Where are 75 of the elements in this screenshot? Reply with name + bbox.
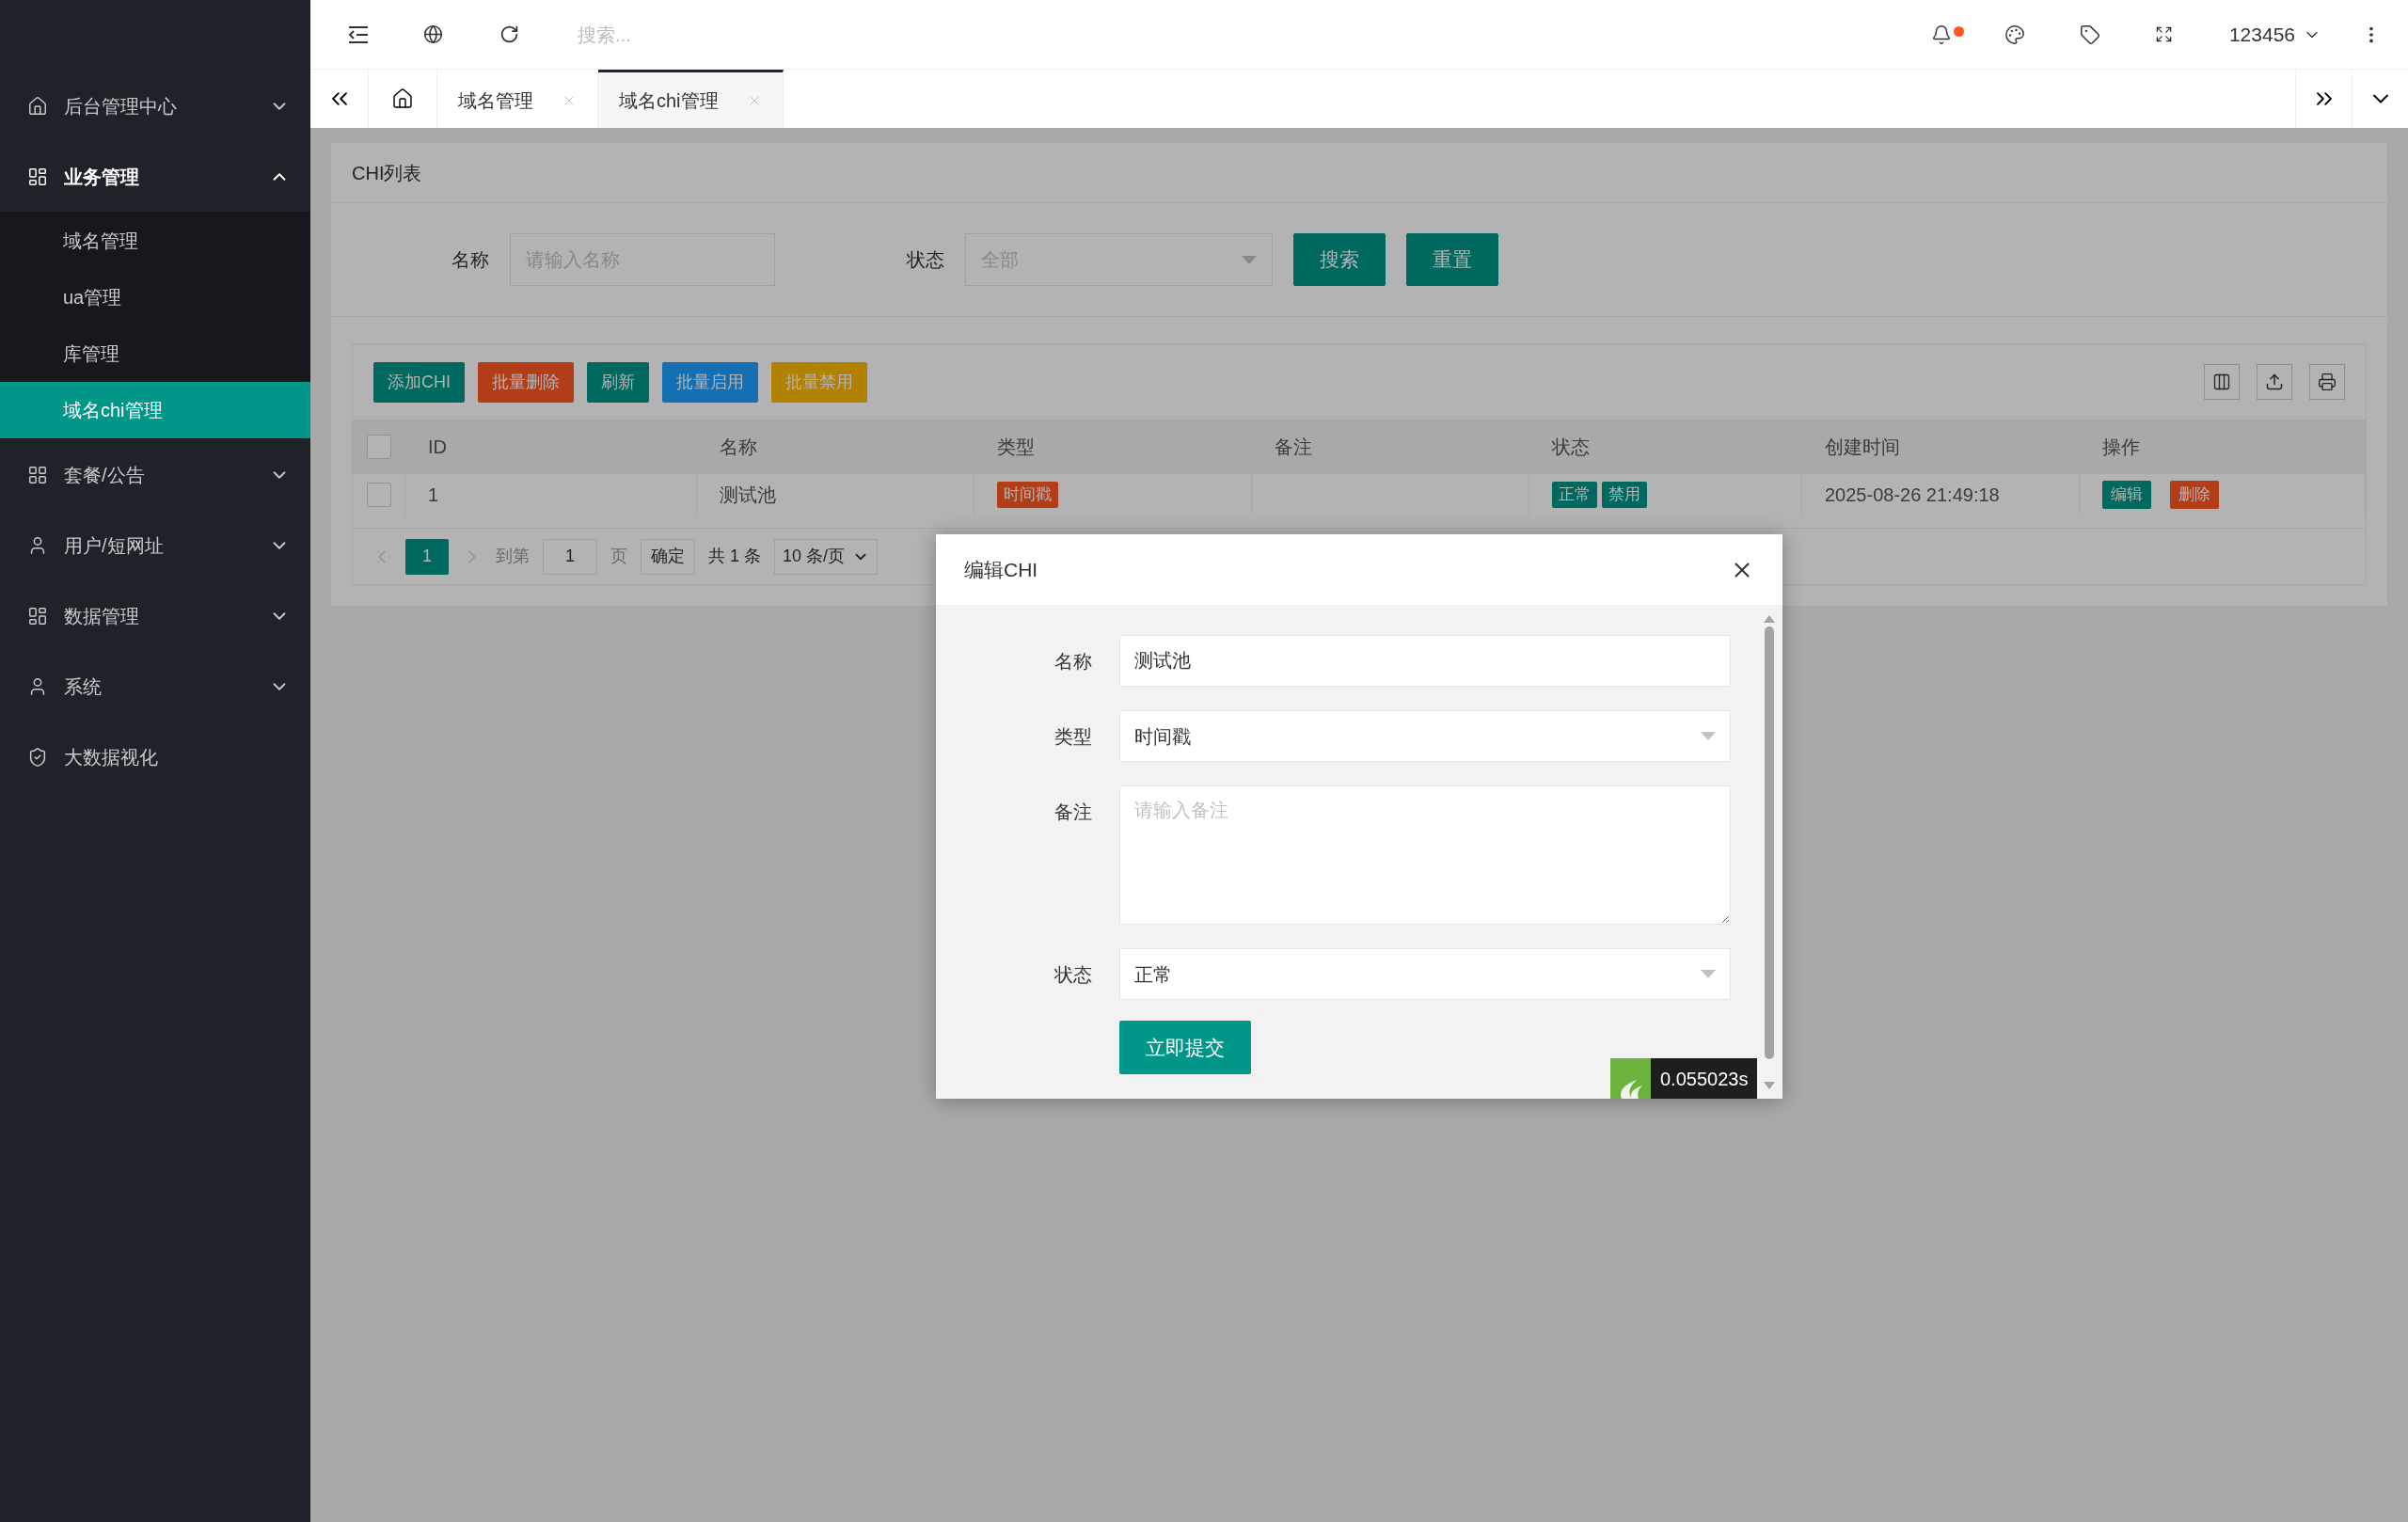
caret-icon bbox=[1701, 732, 1716, 740]
submenu-item[interactable]: 库管理 bbox=[0, 325, 310, 382]
table-cell: 2025-08-26 21:49:18 bbox=[1802, 474, 2080, 515]
name-field[interactable]: 测试池 bbox=[1119, 635, 1731, 687]
table-cell: 1 bbox=[405, 474, 697, 515]
select-field[interactable]: 时间戳 bbox=[1119, 710, 1731, 762]
column-header: 操作 bbox=[2080, 420, 2366, 473]
menu-fold-icon[interactable] bbox=[348, 25, 369, 43]
select-field[interactable]: 正常 bbox=[1119, 948, 1731, 1000]
tab-label: 域名chi管理 bbox=[619, 88, 719, 113]
goto-page-field[interactable]: 1 bbox=[543, 538, 597, 575]
card-title: CHI列表 bbox=[331, 143, 2387, 203]
checkbox[interactable] bbox=[366, 435, 391, 459]
sidebar-item[interactable]: 系统 bbox=[0, 651, 310, 721]
trace-widget[interactable]: 0.055023s bbox=[1610, 1058, 1758, 1099]
page-size-select[interactable]: 10 条/页 bbox=[774, 538, 879, 575]
field-label: 类型 bbox=[1054, 725, 1093, 749]
printer-icon bbox=[2318, 373, 2337, 391]
tag-label: 禁用 bbox=[1602, 482, 1647, 508]
page-unit-label: 页 bbox=[610, 546, 627, 567]
refresh-icon[interactable] bbox=[499, 24, 519, 44]
dialog-title: 编辑CHI bbox=[964, 557, 1038, 582]
columns-button[interactable] bbox=[2204, 364, 2240, 400]
palette-icon[interactable] bbox=[2004, 24, 2025, 45]
tab[interactable]: 域名chi管理 bbox=[598, 70, 784, 128]
sidebar-item[interactable]: 业务管理 bbox=[0, 141, 310, 212]
sidebar-item[interactable]: 大数据视化 bbox=[0, 721, 310, 792]
filter-label: 状态 bbox=[906, 248, 945, 272]
columns-icon bbox=[2212, 373, 2231, 391]
submenu-item[interactable]: 域名管理 bbox=[0, 213, 310, 269]
trace-time: 0.055023s bbox=[1651, 1058, 1758, 1099]
field-label: 备注 bbox=[1054, 801, 1093, 824]
field-label: 状态 bbox=[1054, 963, 1093, 987]
tab-label: 域名管理 bbox=[458, 88, 533, 113]
column-header: 创建时间 bbox=[1802, 420, 2080, 473]
globe-icon[interactable] bbox=[423, 24, 443, 44]
print-button[interactable] bbox=[2309, 364, 2345, 400]
export-icon bbox=[2265, 373, 2284, 391]
total-count: 共 1 条 bbox=[708, 546, 761, 567]
confirm-button[interactable]: 确定 bbox=[641, 538, 695, 575]
column-header: 名称 bbox=[697, 420, 974, 473]
submenu-item[interactable]: 域名chi管理 bbox=[0, 382, 310, 438]
table-cell: 测试池 bbox=[697, 474, 974, 515]
sidebar-item[interactable]: 数据管理 bbox=[0, 580, 310, 651]
dashboard-icon bbox=[27, 605, 48, 626]
column-header: 类型 bbox=[974, 420, 1252, 473]
sidebar-item[interactable]: 用户/短网址 bbox=[0, 510, 310, 580]
shield-icon bbox=[27, 746, 48, 768]
bell-icon bbox=[1930, 24, 1952, 45]
dashboard-icon bbox=[27, 166, 48, 187]
sidebar-item[interactable]: 套餐/公告 bbox=[0, 439, 310, 510]
submenu-item[interactable]: ua管理 bbox=[0, 269, 310, 325]
caret-icon bbox=[1242, 255, 1257, 264]
filter-label: 名称 bbox=[451, 248, 490, 272]
column-header: ID bbox=[405, 420, 697, 473]
home-icon bbox=[391, 87, 414, 110]
column-header: 状态 bbox=[1529, 420, 1802, 473]
flame-logo-icon bbox=[1610, 1058, 1651, 1099]
note-field[interactable]: 请输入备注 bbox=[1119, 785, 1731, 925]
fullscreen-icon[interactable] bbox=[2154, 25, 2173, 43]
field-label: 名称 bbox=[1054, 650, 1093, 674]
submit-button[interactable]: 立即提交 bbox=[1119, 1021, 1251, 1074]
tag-label: 正常 bbox=[1552, 482, 1597, 508]
checkbox[interactable] bbox=[366, 482, 391, 507]
search-field[interactable]: 搜索... bbox=[578, 20, 954, 49]
sidebar-item[interactable]: 后台管理中心 bbox=[0, 71, 310, 141]
tag-label: 时间戳 bbox=[997, 482, 1058, 508]
home-icon bbox=[27, 95, 48, 117]
user-menu[interactable]: 123456 bbox=[2228, 19, 2321, 50]
caret-icon bbox=[1701, 970, 1716, 978]
column-header: 备注 bbox=[1252, 420, 1529, 473]
export-button[interactable] bbox=[2257, 364, 2292, 400]
grid-icon bbox=[27, 464, 48, 485]
tag-icon[interactable] bbox=[2079, 24, 2100, 45]
goto-label: 到第 bbox=[496, 546, 530, 567]
